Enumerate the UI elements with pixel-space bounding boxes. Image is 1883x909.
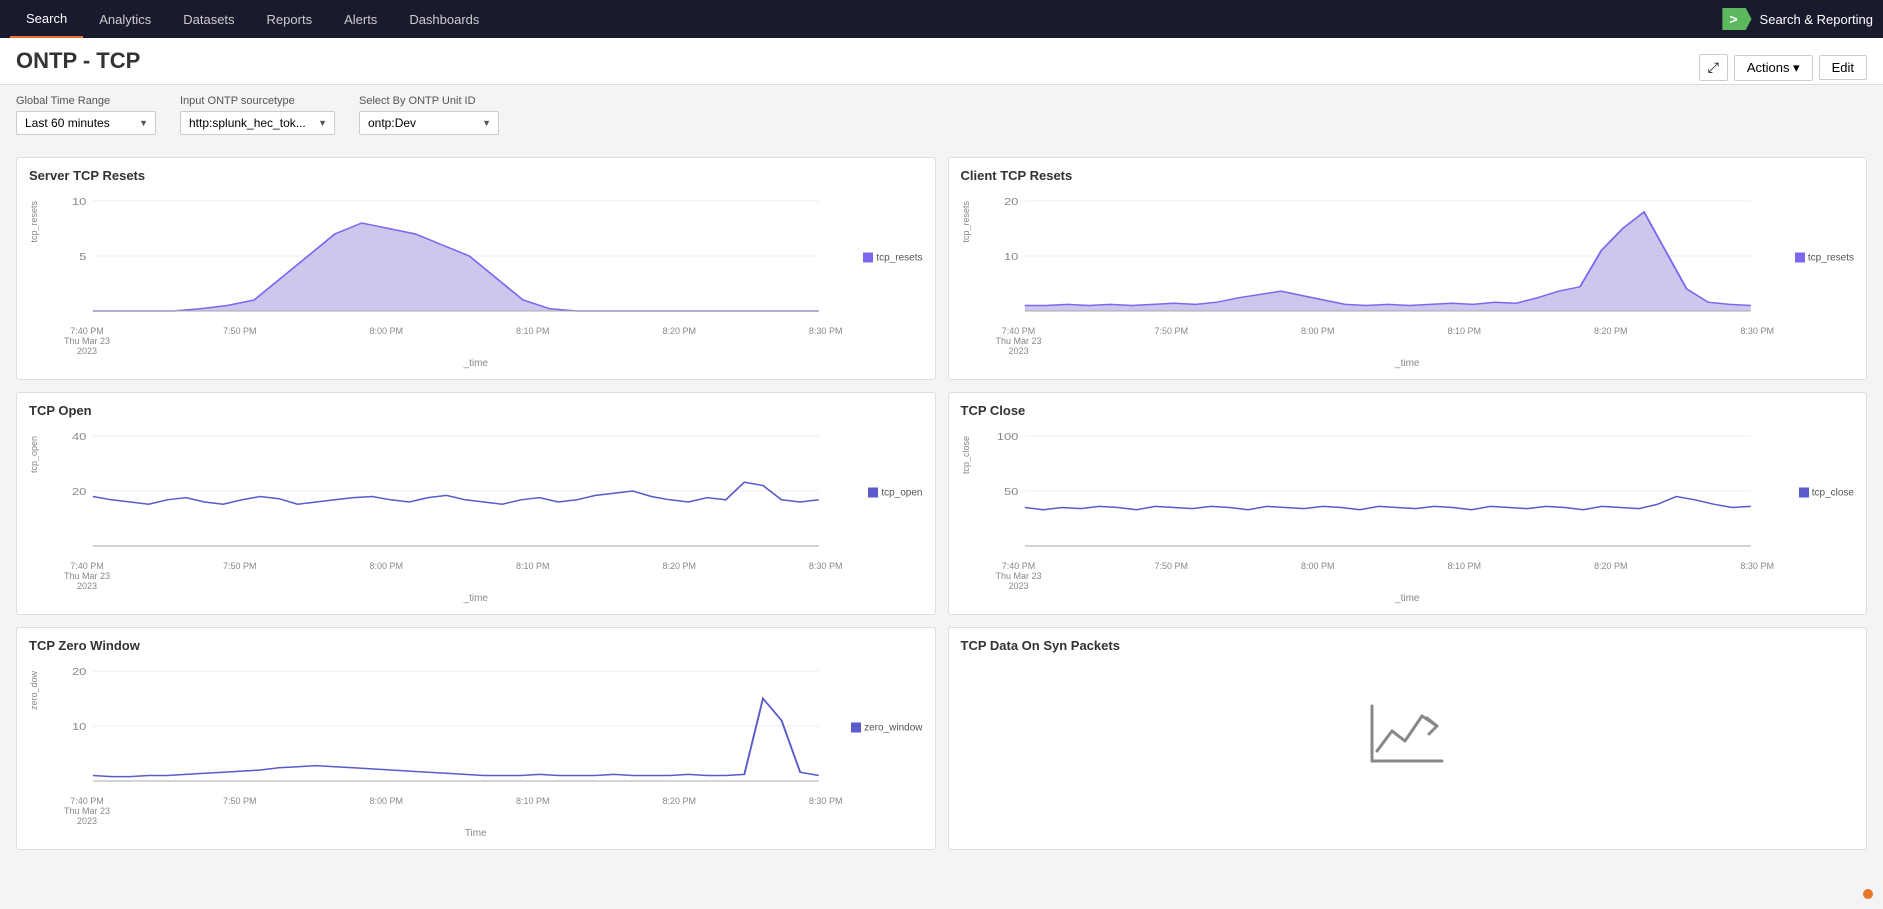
unit-id-label: Select By ONTP Unit ID <box>359 95 499 107</box>
nav-analytics[interactable]: Analytics <box>83 0 167 38</box>
unit-id-select-wrapper: ontp:Dev <box>359 111 499 135</box>
time-range-label: Global Time Range <box>16 95 156 107</box>
edit-button[interactable]: Edit <box>1819 55 1867 80</box>
chart-panel-tcp-open: TCP Open tcp_open 40 20 tcp_open 7:40 PM… <box>16 392 936 615</box>
time-range-select[interactable]: Last 60 minutes Last 15 minutes Last 24 … <box>16 111 156 135</box>
status-dot <box>1863 889 1873 899</box>
header-actions: ⤢ Actions ▾ Edit <box>1699 48 1867 81</box>
sourcetype-label: Input ONTP sourcetype <box>180 95 335 107</box>
svg-text:20: 20 <box>1003 197 1017 207</box>
chart-title-server-tcp-resets: Server TCP Resets <box>29 168 923 183</box>
svg-text:100: 100 <box>996 432 1018 442</box>
svg-text:5: 5 <box>79 252 86 262</box>
time-range-filter: Global Time Range Last 60 minutes Last 1… <box>16 95 156 135</box>
brand: > Search & Reporting <box>1722 8 1873 30</box>
page-header: ONTP - TCP ⤢ Actions ▾ Edit <box>0 38 1883 85</box>
sourcetype-select[interactable]: http:splunk_hec_tok... <box>180 111 335 135</box>
nav-datasets[interactable]: Datasets <box>167 0 250 38</box>
chart-title-tcp-close: TCP Close <box>961 403 1855 418</box>
svg-text:20: 20 <box>72 487 86 497</box>
chart-title-tcp-open: TCP Open <box>29 403 923 418</box>
svg-text:10: 10 <box>72 722 86 732</box>
top-nav: Search Analytics Datasets Reports Alerts… <box>0 0 1883 38</box>
unit-id-filter: Select By ONTP Unit ID ontp:Dev <box>359 95 499 135</box>
chart-panel-tcp-zero-window: TCP Zero Window zero_dow 20 10 zero_wind… <box>16 627 936 850</box>
time-range-select-wrapper: Last 60 minutes Last 15 minutes Last 24 … <box>16 111 156 135</box>
chart-panel-tcp-close: TCP Close tcp_close 100 50 tcp_close 7:4… <box>948 392 1868 615</box>
nav-alerts[interactable]: Alerts <box>328 0 393 38</box>
sourcetype-select-wrapper: http:splunk_hec_tok... <box>180 111 335 135</box>
dashboard-grid: Server TCP Resets tcp_resets 10 5 tcp_re… <box>0 145 1883 862</box>
nav-dashboards[interactable]: Dashboards <box>393 0 495 38</box>
brand-label: Search & Reporting <box>1760 12 1873 27</box>
chart-title-tcp-zero-window: TCP Zero Window <box>29 638 923 653</box>
actions-button[interactable]: Actions ▾ <box>1734 55 1813 81</box>
svg-text:10: 10 <box>72 197 86 207</box>
sourcetype-filter: Input ONTP sourcetype http:splunk_hec_to… <box>180 95 335 135</box>
chart-title-tcp-data-syn: TCP Data On Syn Packets <box>961 638 1855 653</box>
svg-text:50: 50 <box>1003 487 1017 497</box>
page-title: ONTP - TCP <box>16 48 140 84</box>
chart-title-client-tcp-resets: Client TCP Resets <box>961 168 1855 183</box>
nav-search[interactable]: Search <box>10 0 83 38</box>
svg-text:10: 10 <box>1003 252 1017 262</box>
nav-reports[interactable]: Reports <box>251 0 329 38</box>
chart-panel-client-tcp-resets: Client TCP Resets tcp_resets 20 10 tcp_r… <box>948 157 1868 380</box>
svg-text:20: 20 <box>72 667 86 677</box>
svg-text:40: 40 <box>72 432 86 442</box>
filter-bar: Global Time Range Last 60 minutes Last 1… <box>0 85 1883 145</box>
chart-panel-server-tcp-resets: Server TCP Resets tcp_resets 10 5 tcp_re… <box>16 157 936 380</box>
unit-id-select[interactable]: ontp:Dev <box>359 111 499 135</box>
expand-button[interactable]: ⤢ <box>1699 54 1728 81</box>
chart-panel-tcp-data-syn: TCP Data On Syn Packets <box>948 627 1868 850</box>
brand-icon: > <box>1722 8 1751 30</box>
